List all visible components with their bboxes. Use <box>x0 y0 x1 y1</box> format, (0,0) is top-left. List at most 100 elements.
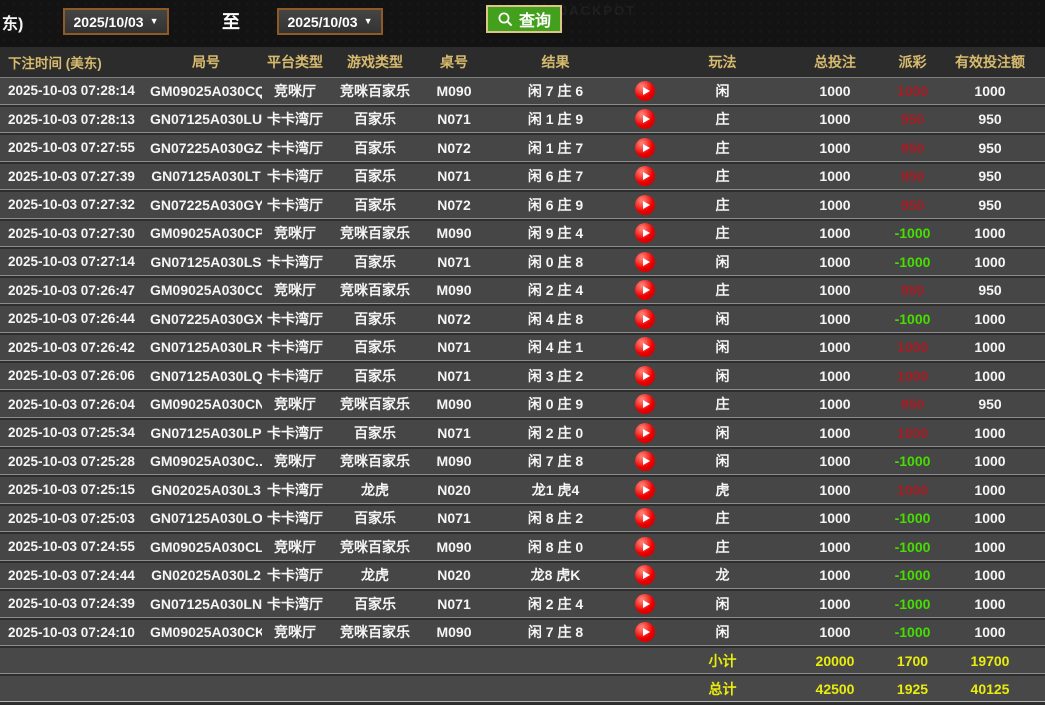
replay-cell <box>625 280 665 301</box>
play-type: 庄 <box>715 396 730 413</box>
play-type: 闲 <box>715 367 730 384</box>
round-id: GM09025A030CQ <box>150 82 262 99</box>
platform-type: 竞咪厅 <box>274 225 316 242</box>
replay-cell <box>625 508 665 529</box>
result: 闲 2 庄 0 <box>527 424 584 441</box>
play-type: 闲 <box>715 253 730 270</box>
total-bet: 1000 <box>819 510 851 527</box>
valid-bet: 1000 <box>974 510 1006 527</box>
play-icon[interactable] <box>635 622 655 643</box>
round-id: GN07125A030LU <box>150 111 262 128</box>
date-from-select[interactable]: 2025/10/03 ▼ <box>63 8 169 35</box>
replay-cell <box>625 593 665 614</box>
bet-time: 2025-10-03 07:28:13 <box>8 111 135 127</box>
platform-type: 卡卡湾厅 <box>267 424 323 441</box>
play-icon[interactable] <box>635 251 655 272</box>
play-icon[interactable] <box>635 593 655 614</box>
platform-type: 卡卡湾厅 <box>267 139 323 156</box>
result: 龙1 虎4 <box>531 481 580 498</box>
play-icon[interactable] <box>635 565 655 586</box>
valid-bet: 950 <box>978 168 1002 185</box>
play-icon[interactable] <box>635 280 655 301</box>
platform-type: 卡卡湾厅 <box>267 595 323 612</box>
subtotal-valid-bet: 19700 <box>970 652 1010 669</box>
play-icon[interactable] <box>635 308 655 329</box>
bet-time: 2025-10-03 07:28:14 <box>8 83 135 99</box>
round-id: GM09025A030CO <box>150 282 262 299</box>
table-row: 2025-10-03 07:24:10 GM09025A030CK 竞咪厅 竞咪百家乐… <box>0 619 1045 646</box>
game-type: 竞咪百家乐 <box>340 225 410 242</box>
table-row: 2025-10-03 07:25:15 GN02025A030L3 卡卡湾厅 龙虎 N0… <box>0 477 1045 504</box>
play-icon[interactable] <box>635 536 655 557</box>
date-to-select[interactable]: 2025/10/03 ▼ <box>277 8 383 35</box>
platform-type: 卡卡湾厅 <box>267 253 323 270</box>
round-id: GN07225A030GZ <box>150 139 262 156</box>
platform-type: 竞咪厅 <box>274 82 316 99</box>
play-icon[interactable] <box>635 508 655 529</box>
play-icon[interactable] <box>635 451 655 472</box>
total-valid-bet: 40125 <box>970 680 1010 697</box>
game-type: 百家乐 <box>354 339 396 356</box>
bet-time: 2025-10-03 07:27:30 <box>8 225 135 241</box>
result: 闲 4 庄 1 <box>527 339 584 356</box>
result: 闲 2 庄 4 <box>527 282 584 299</box>
round-id: GN07125A030LS <box>150 253 262 270</box>
total-bet: 1000 <box>819 481 851 498</box>
table-id: M090 <box>436 453 472 470</box>
replay-cell <box>625 166 665 187</box>
payout: -1000 <box>894 510 931 527</box>
play-icon[interactable] <box>635 109 655 130</box>
play-icon[interactable] <box>635 365 655 386</box>
col-round-id: 局号 <box>192 54 220 70</box>
result: 闲 2 庄 4 <box>527 595 584 612</box>
result: 闲 0 庄 8 <box>527 253 584 270</box>
replay-cell <box>625 622 665 643</box>
valid-bet: 1000 <box>974 82 1006 99</box>
subtotal-row: 小计 20000 1700 19700 <box>0 648 1045 674</box>
play-icon[interactable] <box>635 223 655 244</box>
play-icon[interactable] <box>635 479 655 500</box>
query-button[interactable]: 查询 <box>486 5 563 33</box>
payout: 1000 <box>896 481 929 498</box>
play-type: 庄 <box>715 196 730 213</box>
result: 闲 3 庄 2 <box>527 367 584 384</box>
play-icon[interactable] <box>635 422 655 443</box>
game-type: 百家乐 <box>354 310 396 327</box>
game-type: 竞咪百家乐 <box>340 453 410 470</box>
col-payout: 派彩 <box>898 54 927 70</box>
play-icon[interactable] <box>635 166 655 187</box>
subtotal-label: 小计 <box>708 652 737 669</box>
play-icon[interactable] <box>635 194 655 215</box>
play-type: 闲 <box>715 453 730 470</box>
bet-time: 2025-10-03 07:27:14 <box>8 254 135 270</box>
play-icon[interactable] <box>635 337 655 358</box>
play-icon[interactable] <box>635 394 655 415</box>
table-id: N072 <box>437 310 471 327</box>
toolbar: 东) 2025/10/03 ▼ 至 2025/10/03 ▼ 查询 JACKPO… <box>0 0 1045 47</box>
bet-time: 2025-10-03 07:25:28 <box>8 453 135 469</box>
table-id: N071 <box>437 367 471 384</box>
play-icon[interactable] <box>635 80 655 101</box>
col-play-type: 玩法 <box>708 54 737 70</box>
platform-type: 卡卡湾厅 <box>267 510 323 527</box>
result: 闲 6 庄 7 <box>527 168 584 185</box>
table-row: 2025-10-03 07:26:06 GN07125A030LQ 卡卡湾厅 百家乐 N… <box>0 363 1045 390</box>
background-watermark: JACKPOT <box>560 3 637 18</box>
table-row: 2025-10-03 07:26:04 GM09025A030CN 竞咪厅 竞咪百家乐… <box>0 391 1045 418</box>
play-icon[interactable] <box>635 137 655 158</box>
total-bet: 1000 <box>819 453 851 470</box>
payout: 1000 <box>896 424 929 441</box>
valid-bet: 950 <box>978 196 1002 213</box>
valid-bet: 1000 <box>974 253 1006 270</box>
total-bet: 1000 <box>819 567 851 584</box>
payout: 950 <box>900 111 925 128</box>
payout: 950 <box>900 139 925 156</box>
play-type: 庄 <box>715 168 730 185</box>
to-label: 至 <box>222 12 240 32</box>
play-type: 庄 <box>715 139 730 156</box>
table-id: N071 <box>437 510 471 527</box>
total-bet: 1000 <box>819 396 851 413</box>
payout: -1000 <box>894 624 931 641</box>
game-type: 百家乐 <box>354 139 396 156</box>
search-icon <box>497 11 514 28</box>
